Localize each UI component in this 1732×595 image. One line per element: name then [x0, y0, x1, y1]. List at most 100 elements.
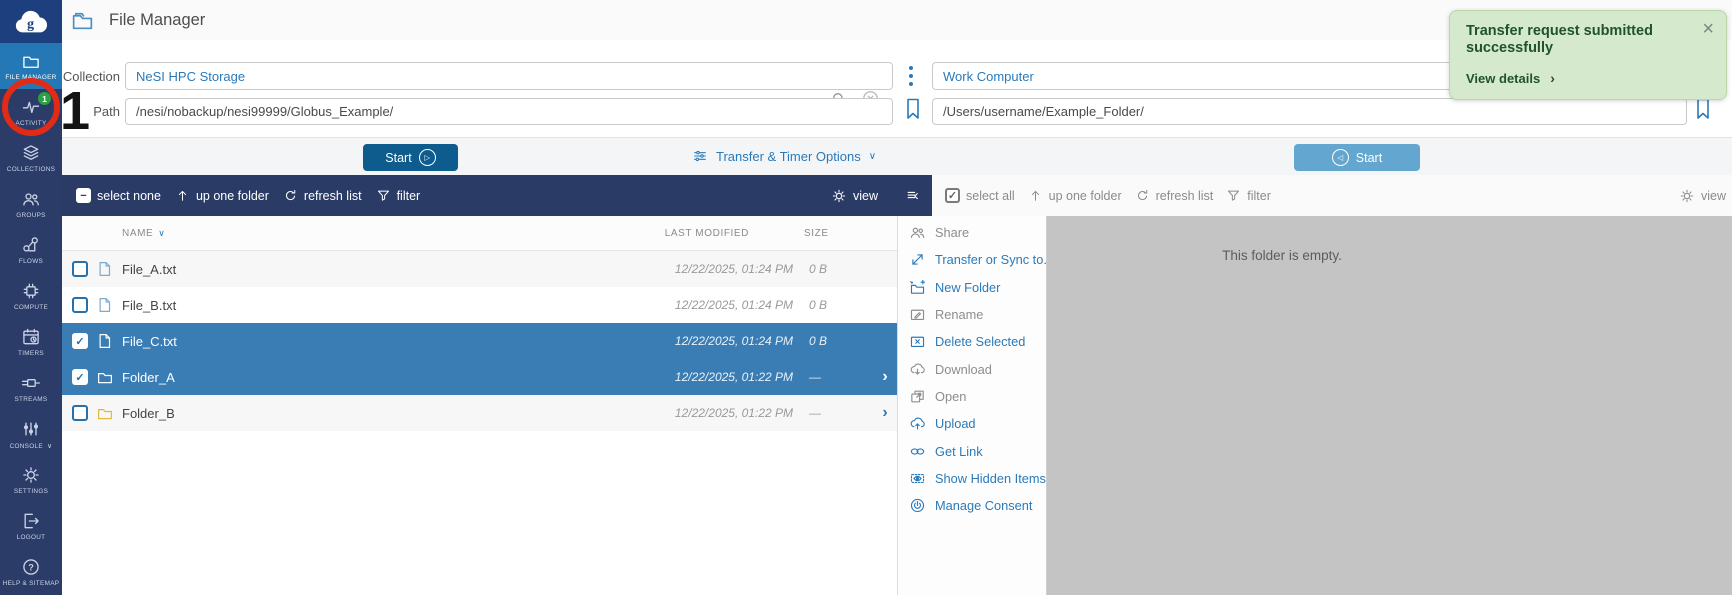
- logout-icon: [21, 511, 41, 531]
- destination-view-button[interactable]: view: [1679, 175, 1726, 216]
- row-checkbox[interactable]: [72, 405, 88, 421]
- menu-item-label: Upload: [935, 416, 976, 431]
- folder-icon: [96, 368, 114, 386]
- toolbar-filter[interactable]: filter: [1226, 188, 1271, 203]
- menu-item-label: Transfer or Sync to...: [935, 252, 1054, 267]
- destination-bookmark-icon[interactable]: [1695, 97, 1711, 121]
- sidebar-item-compute[interactable]: COMPUTE: [0, 273, 62, 319]
- file-manager-icon: [70, 8, 95, 33]
- select-checkbox[interactable]: ✓: [945, 188, 960, 203]
- file-icon: [96, 296, 114, 314]
- groups-icon: [909, 224, 926, 241]
- folder-icon: [96, 404, 114, 422]
- toolbar-label: filter: [1247, 189, 1271, 203]
- toast-notification: Transfer request submitted successfully …: [1449, 10, 1727, 100]
- sliders-icon: [692, 148, 708, 164]
- menu-item-download[interactable]: Download: [898, 355, 1046, 382]
- sidebar-item-settings[interactable]: SETTINGS: [0, 457, 62, 503]
- menu-item-label: New Folder: [935, 280, 1000, 295]
- sidebar-item-label: COLLECTIONS: [7, 166, 55, 173]
- toolbar-refresh-list[interactable]: refresh list: [1135, 188, 1214, 203]
- toolbar-filter[interactable]: filter: [376, 188, 421, 203]
- source-collection-input[interactable]: NeSI HPC Storage: [125, 62, 893, 90]
- column-last-modified[interactable]: LAST MODIFIED: [638, 228, 793, 239]
- groups-icon: [21, 189, 41, 209]
- rename-icon: [909, 306, 926, 323]
- collections-icon: [21, 143, 41, 163]
- source-path-input[interactable]: /nesi/nobackup/nesi99999/Globus_Example/: [125, 98, 893, 125]
- view-details-link[interactable]: View details ›: [1466, 70, 1555, 86]
- sidebar-item-groups[interactable]: GROUPS: [0, 181, 62, 227]
- select-checkbox[interactable]: −: [76, 188, 91, 203]
- sidebar-item-label: FLOWS: [19, 258, 43, 265]
- toolbar-select-all[interactable]: ✓select all: [945, 188, 1015, 203]
- sidebar-item-console[interactable]: CONSOLE ∨: [0, 411, 62, 457]
- menu-item-rename[interactable]: Rename: [898, 301, 1046, 328]
- folder-icon: [96, 404, 122, 422]
- column-size[interactable]: SIZE: [793, 228, 873, 239]
- menu-item-share[interactable]: Share: [898, 219, 1046, 246]
- sidebar-item-label: FILE MANAGER: [5, 74, 56, 81]
- menu-item-new-folder[interactable]: New Folder: [898, 274, 1046, 301]
- file-name: Folder_A: [122, 370, 638, 385]
- source-view-button[interactable]: view: [831, 175, 878, 216]
- file-size: —: [793, 406, 873, 420]
- eye-icon: [909, 470, 926, 487]
- sidebar-item-flows[interactable]: FLOWS: [0, 227, 62, 273]
- folder-icon: [21, 51, 41, 71]
- sidebar-item-activity[interactable]: ACTIVITY1: [0, 89, 62, 135]
- sidebar-item-file-manager[interactable]: FILE MANAGER: [0, 43, 62, 89]
- menu-item-delete-selected[interactable]: Delete Selected: [898, 328, 1046, 355]
- row-checkbox[interactable]: [72, 261, 88, 277]
- toolbar-refresh-list[interactable]: refresh list: [283, 188, 362, 203]
- close-icon[interactable]: ×: [1702, 19, 1714, 39]
- destination-path-input[interactable]: /Users/username/Example_Folder/: [932, 98, 1687, 125]
- menu-item-upload[interactable]: Upload: [898, 410, 1046, 437]
- sidebar-item-collections[interactable]: COLLECTIONS: [0, 135, 62, 181]
- sidebar-item-timers[interactable]: TIMERS: [0, 319, 62, 365]
- sidebar-item-help-sitemap[interactable]: ?HELP & SITEMAP: [0, 549, 62, 595]
- row-checkbox[interactable]: [72, 297, 88, 313]
- sidebar-item-logout[interactable]: LOGOUT: [0, 503, 62, 549]
- globus-logo-icon[interactable]: g: [0, 0, 62, 43]
- action-menu: ShareTransfer or Sync to... New Folder Ren…: [897, 216, 1047, 595]
- toolbar-select-none[interactable]: −select none: [76, 188, 161, 203]
- open-folder-chevron[interactable]: ›: [873, 368, 897, 386]
- table-row[interactable]: File_A.txt12/22/2025, 01:24 PM0 B: [62, 251, 897, 287]
- chevron-down-icon: ∨: [47, 443, 52, 450]
- start-transfer-button-left[interactable]: Start ▷: [363, 144, 458, 171]
- sidebar-item-label: GROUPS: [16, 212, 46, 219]
- menu-item-transfer-sync[interactable]: Transfer or Sync to...: [898, 246, 1046, 273]
- row-checkbox[interactable]: ✓: [72, 369, 88, 385]
- menu-item-get-link[interactable]: Get Link: [898, 437, 1046, 464]
- transfer-timer-options[interactable]: Transfer & Timer Options ∨: [692, 148, 876, 164]
- menu-item-open[interactable]: Open: [898, 383, 1046, 410]
- table-row[interactable]: ✓File_C.txt12/22/2025, 01:24 PM0 B: [62, 323, 897, 359]
- sidebar-item-streams[interactable]: STREAMS: [0, 365, 62, 411]
- file-size: —: [793, 370, 873, 384]
- table-row[interactable]: File_B.txt12/22/2025, 01:24 PM0 B: [62, 287, 897, 323]
- source-collection-menu-icon[interactable]: [907, 64, 915, 88]
- file-modified: 12/22/2025, 01:22 PM: [638, 370, 793, 384]
- gear-icon: [21, 465, 41, 485]
- streams-icon: [21, 373, 41, 393]
- sidebar-item-label: CONSOLE ∨: [10, 442, 53, 450]
- table-row[interactable]: Folder_B12/22/2025, 01:22 PM—›: [62, 395, 897, 431]
- start-transfer-button-right[interactable]: ◁ Start: [1294, 144, 1420, 171]
- panel-toggle-icon[interactable]: ≡‹: [907, 175, 917, 216]
- link-icon: [909, 443, 926, 460]
- toolbar-up-one-folder[interactable]: up one folder: [175, 188, 269, 203]
- menu-item-show-hidden[interactable]: Show Hidden Items: [898, 465, 1046, 492]
- toolbars: −select none up one folder refresh list fil…: [62, 175, 1732, 216]
- table-row[interactable]: ✓ Folder_A12/22/2025, 01:22 PM—›: [62, 359, 897, 395]
- gear-icon: [831, 188, 847, 204]
- menu-item-manage-consent[interactable]: Manage Consent: [898, 492, 1046, 519]
- source-bookmark-icon[interactable]: [905, 97, 921, 121]
- file-name: File_B.txt: [122, 298, 638, 313]
- open-folder-chevron[interactable]: ›: [873, 404, 897, 422]
- column-name[interactable]: NAME ∨: [122, 228, 638, 239]
- transfer-icon: [909, 251, 926, 268]
- path-label: Path: [62, 104, 120, 119]
- toolbar-up-one-folder[interactable]: up one folder: [1028, 188, 1122, 203]
- row-checkbox[interactable]: ✓: [72, 333, 88, 349]
